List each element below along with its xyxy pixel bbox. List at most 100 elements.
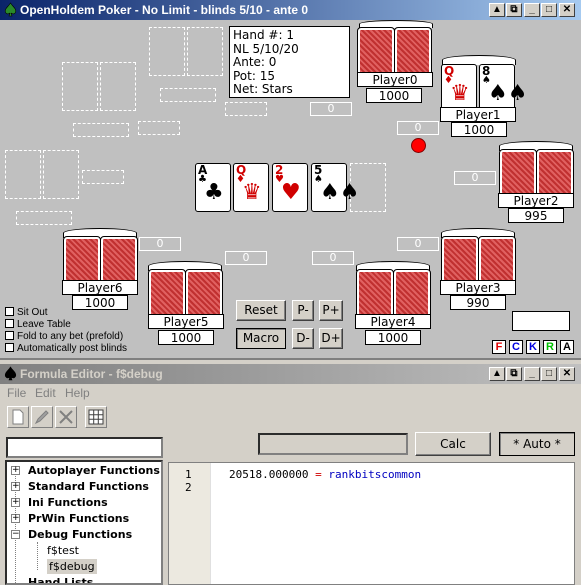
tree-item-debug[interactable]: − Debug Functions (11, 527, 132, 542)
minimize-button[interactable]: _ (524, 367, 540, 381)
macro-button[interactable]: Macro (236, 328, 286, 349)
queen-face-icon: ♛ (242, 180, 262, 205)
player-name: Player1 (440, 107, 516, 122)
formula-editor-title: Formula Editor - f$debug (20, 367, 163, 381)
menu-help[interactable]: Help (65, 386, 90, 400)
empty-seat-outline (100, 62, 136, 111)
code-line-1[interactable]: 20518.000000 = rankbitscommon (229, 468, 421, 481)
player-bet: 0 (397, 121, 439, 135)
checkbox-box[interactable] (5, 342, 14, 352)
empty-seat-outline (187, 27, 223, 76)
flag-k[interactable]: K (526, 340, 540, 354)
close-button[interactable]: ✕ (559, 3, 575, 17)
result-field (258, 433, 408, 455)
minimize-button[interactable]: _ (524, 3, 540, 17)
hole-card: 8 ♠ ♠♠ (479, 64, 527, 113)
search-input[interactable] (6, 437, 163, 458)
empty-seat-outline (16, 211, 72, 225)
amount-input[interactable] (512, 311, 570, 331)
seat-arc (359, 20, 433, 28)
p-plus-button[interactable]: P+ (319, 300, 343, 321)
rename-button[interactable] (31, 406, 53, 428)
flag-a[interactable]: A (560, 340, 574, 354)
empty-seat-outline (82, 170, 124, 184)
player-balance: 995 (508, 208, 564, 223)
hand-info-box: Hand #: 1 NL 5/10/20 Ante: 0 Pot: 15 Net… (229, 26, 350, 98)
auto-button[interactable]: * Auto * (499, 432, 575, 456)
sit-out-checkbox[interactable]: Sit Out (5, 306, 48, 319)
restore-icon[interactable]: ⧉ (506, 367, 522, 381)
main-title-bar[interactable]: OpenHoldem Poker - No Limit - blinds 5/1… (0, 0, 581, 20)
dealer-button (411, 138, 426, 153)
empty-seat-outline (138, 121, 180, 135)
line-number: 1 (185, 468, 192, 481)
empty-seat-outline (62, 62, 98, 111)
center-bet: 0 (312, 251, 354, 265)
ante-info: Ante: 0 (233, 55, 277, 69)
autopost-blinds-checkbox[interactable]: Automatically post blinds (5, 342, 127, 355)
menu-edit[interactable]: Edit (35, 386, 56, 400)
player-name: Player3 (440, 280, 516, 295)
player-name: Player4 (355, 314, 431, 329)
tree-line (37, 542, 38, 570)
maximize-button[interactable]: □ (541, 367, 557, 381)
queen-face-icon: ♛ (450, 81, 470, 106)
card-back (148, 269, 186, 320)
checkbox-box[interactable] (5, 330, 14, 340)
card-back (356, 269, 394, 320)
spade-icon (4, 366, 17, 381)
calc-button[interactable]: Calc (415, 432, 491, 456)
network-info: Net: Stars (233, 82, 293, 96)
player-name: Player0 (357, 72, 433, 87)
reset-button[interactable]: Reset (236, 300, 286, 321)
maximize-button[interactable]: □ (541, 3, 557, 17)
restore-icon[interactable]: ⧉ (506, 3, 522, 17)
tree-item-hand-lists[interactable]: Hand Lists (28, 575, 93, 583)
tree-item-prwin[interactable]: + PrWin Functions (11, 511, 129, 526)
empty-seat-outline (225, 102, 267, 116)
card-back (478, 236, 516, 287)
hole-card: Q ♦ ♛ (441, 64, 477, 113)
scroll-up-icon[interactable]: ▲ (489, 3, 505, 17)
grid-button[interactable] (85, 406, 107, 428)
player-balance: 1000 (451, 122, 507, 137)
flag-c[interactable]: C (509, 340, 523, 354)
tree-item-f-debug-selected[interactable]: f$debug (47, 559, 97, 574)
close-button[interactable]: ✕ (559, 367, 575, 381)
d-minus-button[interactable]: D- (292, 328, 314, 349)
pot-info: Pot: 15 (233, 68, 275, 83)
card-back (394, 27, 432, 78)
player-bet: 0 (225, 251, 267, 265)
leave-table-checkbox[interactable]: Leave Table (5, 318, 71, 331)
menu-file[interactable]: File (7, 386, 26, 400)
new-button[interactable] (7, 406, 29, 428)
p-minus-button[interactable]: P- (292, 300, 314, 321)
board-card: 2 ♥ ♥ (272, 163, 308, 212)
empty-seat-outline (73, 123, 129, 137)
board-card: 5 ♠ ♠♠ (311, 163, 359, 212)
flag-r[interactable]: R (543, 340, 557, 354)
empty-seat-outline (5, 150, 41, 199)
flag-f[interactable]: F (492, 340, 506, 354)
formula-editor-title-bar[interactable]: Formula Editor - f$debug ▲ ⧉ _ □ ✕ (0, 364, 581, 384)
hand-number: Hand #: 1 (233, 28, 294, 42)
scroll-up-icon[interactable]: ▲ (489, 367, 505, 381)
checkbox-box[interactable] (5, 318, 14, 328)
card-back (63, 236, 101, 287)
spade-icon (4, 2, 17, 17)
game-limits: NL 5/10/20 (233, 41, 299, 56)
tree-item-ini[interactable]: + Ini Functions (11, 495, 108, 510)
d-plus-button[interactable]: D+ (319, 328, 343, 349)
player-name: Player2 (498, 193, 574, 208)
checkbox-box[interactable] (5, 306, 14, 316)
tree-item-autoplayer[interactable]: + Autoplayer Functions (11, 463, 160, 478)
new-document-icon (12, 409, 24, 425)
board-card: Q ♦ ♛ (233, 163, 269, 212)
tree-item-f-test[interactable]: f$test (47, 543, 79, 558)
player-bet: 0 (310, 102, 352, 116)
menu-bar: File Edit Help (0, 383, 581, 402)
code-editor[interactable]: 1 2 20518.000000 = rankbitscommon (168, 462, 575, 585)
tree-item-standard[interactable]: + Standard Functions (11, 479, 149, 494)
delete-button[interactable] (55, 406, 77, 428)
prefold-checkbox[interactable]: Fold to any bet (prefold) (5, 330, 123, 343)
